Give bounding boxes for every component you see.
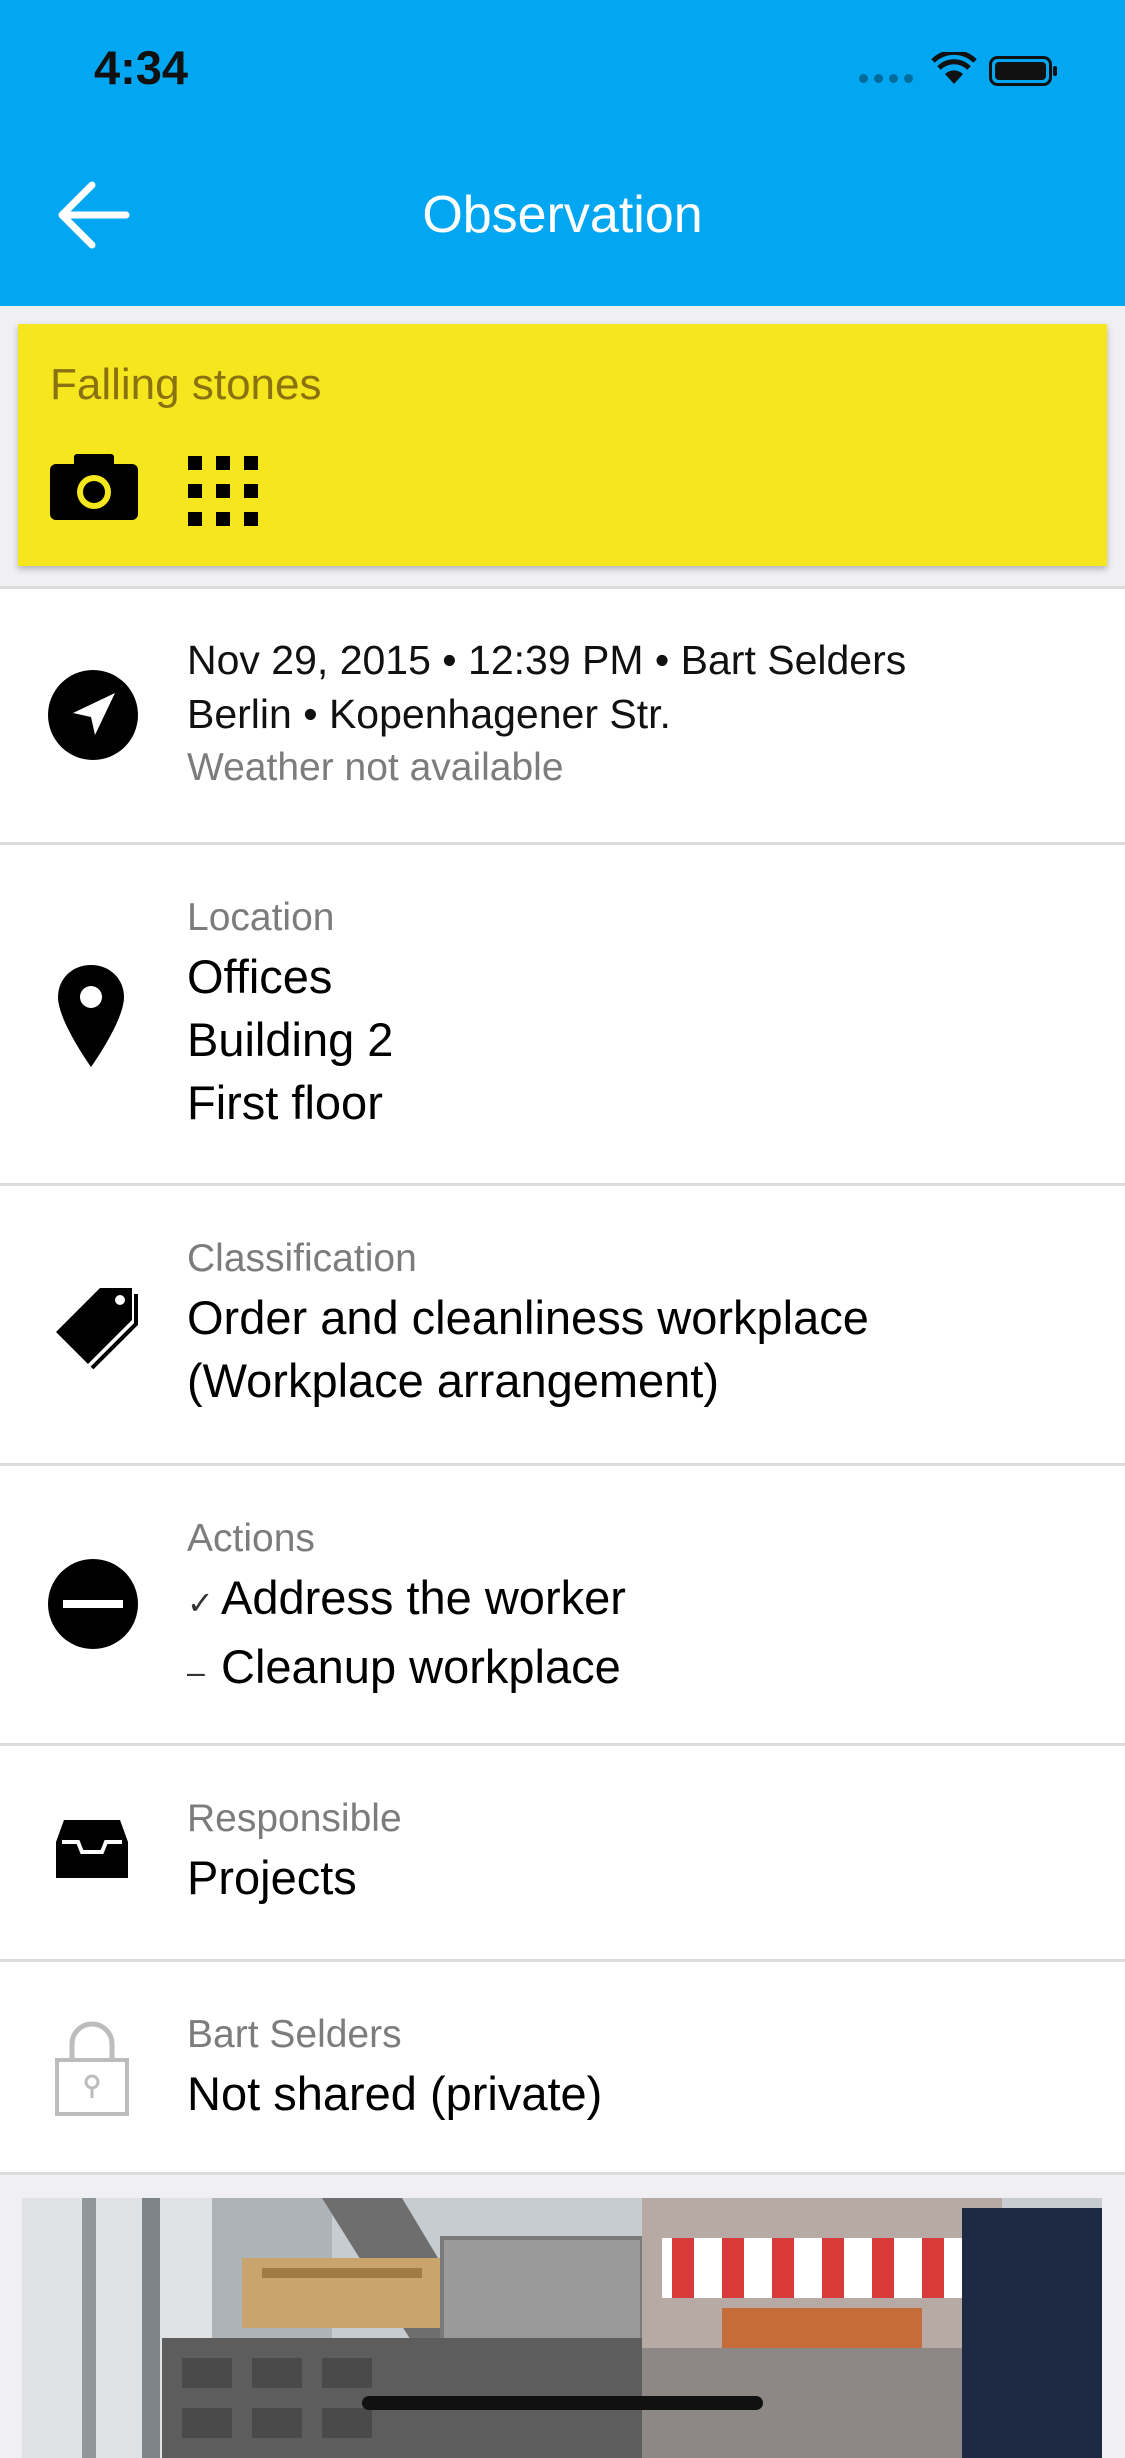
classification-line: Order and cleanliness workplace [187, 1291, 869, 1344]
sharing-value: Not shared (private) [187, 2067, 603, 2120]
observation-card[interactable]: Falling stones [18, 324, 1107, 566]
action-text: Cleanup workplace [221, 1640, 621, 1693]
weather-status: Weather not available [187, 746, 564, 789]
meta-row: Nov 29, 2015 • 12:39 PM • Bart Selders B… [0, 586, 1125, 842]
grid-icon[interactable] [188, 456, 258, 526]
app-header: 4:34 Observation [0, 0, 1125, 306]
check-mark: ✓ [187, 1585, 214, 1621]
sharing-row[interactable]: Bart Selders Not shared (private) [0, 1959, 1125, 2175]
observation-photo[interactable] [22, 2198, 1102, 2458]
action-item[interactable]: – Cleanup workplace [187, 1635, 1095, 1704]
actions-row[interactable]: Actions ✓ Address the worker – Cleanup wor… [0, 1463, 1125, 1743]
address: Berlin • Kopenhagener Str. [187, 691, 671, 737]
signal-icon [859, 74, 915, 84]
lock-icon [55, 2021, 129, 2116]
location-line: Building 2 [187, 1013, 394, 1066]
inbox-icon [56, 1820, 128, 1878]
responsible-value: Projects [187, 1851, 357, 1904]
detail-list: Nov 29, 2015 • 12:39 PM • Bart Selders B… [0, 586, 1125, 2175]
dash-mark: – [187, 1654, 205, 1690]
classification-label: Classification [187, 1237, 417, 1280]
status-time: 4:34 [94, 41, 189, 94]
camera-icon[interactable] [50, 452, 140, 520]
observation-title: Falling stones [50, 360, 322, 409]
page-title: Observation [422, 186, 703, 244]
classification-row[interactable]: Classification Order and cleanliness wor… [0, 1183, 1125, 1463]
responsible-label: Responsible [187, 1797, 402, 1840]
location-row[interactable]: Location Offices Building 2 First floor [0, 842, 1125, 1183]
status-icons [859, 48, 1079, 88]
action-item[interactable]: ✓ Address the worker [187, 1566, 1095, 1635]
action-text: Address the worker [221, 1571, 626, 1624]
location-line: First floor [187, 1076, 383, 1129]
owner-label: Bart Selders [187, 2013, 402, 2056]
battery-icon [989, 56, 1057, 86]
home-indicator[interactable] [362, 2396, 763, 2410]
date-author: Nov 29, 2015 • 12:39 PM • Bart Selders [187, 637, 907, 683]
actions-label: Actions [187, 1517, 315, 1560]
tag-icon [56, 1288, 138, 1370]
location-line: Offices [187, 950, 333, 1003]
photo-illustration [22, 2198, 1102, 2458]
navigation-arrow-icon [48, 670, 138, 760]
map-pin-icon [58, 965, 124, 1067]
classification-line: (Workplace arrangement) [187, 1354, 720, 1407]
minus-circle-icon [48, 1559, 138, 1649]
wifi-icon [931, 52, 977, 84]
responsible-row[interactable]: Responsible Projects [0, 1743, 1125, 1959]
location-label: Location [187, 896, 335, 939]
